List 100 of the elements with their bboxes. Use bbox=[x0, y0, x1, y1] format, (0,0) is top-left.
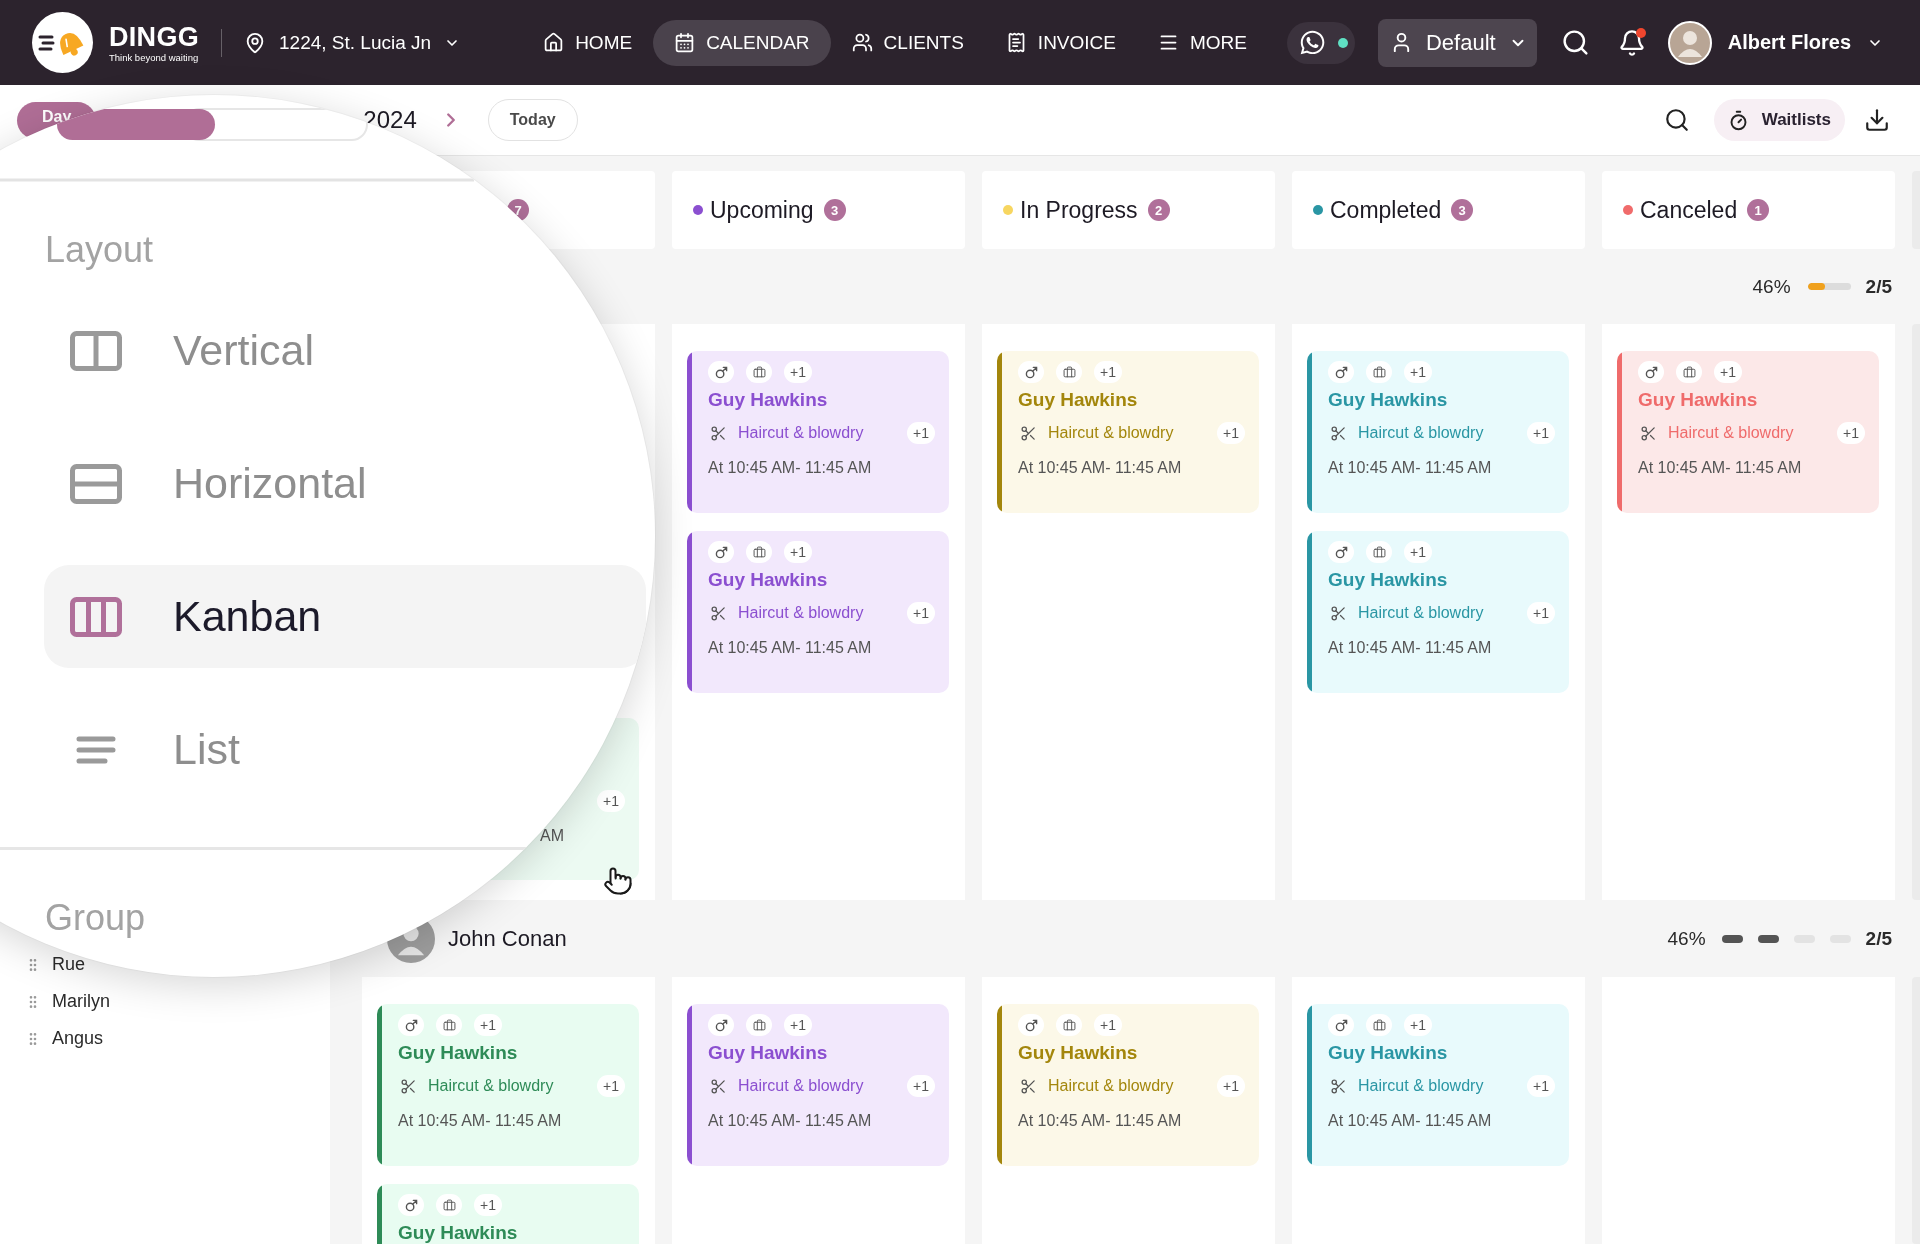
client-name: Guy Hawkins bbox=[398, 1042, 518, 1064]
scissors-icon bbox=[710, 1077, 727, 1095]
extra-count: +1 bbox=[784, 1014, 812, 1036]
service-name: Haircut & blowdry bbox=[1668, 424, 1794, 442]
appointment-card[interactable]: +1 Guy Hawkins Haircut & blowdry +1 At 10:45 AM- 11:45 AM bbox=[1307, 1004, 1569, 1166]
column-title: Upcoming bbox=[710, 196, 814, 224]
male-icon bbox=[1018, 1014, 1044, 1036]
profile-dropdown[interactable]: Default bbox=[1378, 18, 1537, 67]
count-badge: 3 bbox=[1451, 199, 1474, 221]
hand-cursor-icon bbox=[603, 866, 633, 896]
whatsapp-button[interactable] bbox=[1287, 21, 1355, 64]
scissors-icon bbox=[1330, 604, 1347, 622]
scissors-icon bbox=[710, 424, 727, 442]
client-name: Guy Hawkins bbox=[1328, 569, 1448, 591]
column-title: In Progress bbox=[1020, 196, 1138, 224]
nav-tab[interactable]: CALENDAR bbox=[653, 19, 831, 66]
logo-icon bbox=[32, 12, 93, 73]
appointment-card[interactable]: +1 Guy Hawkins bbox=[377, 1184, 639, 1244]
extra-count: +1 bbox=[597, 1075, 625, 1097]
briefcase-icon bbox=[1056, 1014, 1082, 1036]
extra-count: +1 bbox=[1094, 361, 1122, 383]
brand-name: DINGG bbox=[109, 21, 199, 52]
appointment-card[interactable]: +1 Guy Hawkins Haircut & blowdry +1 At 10:45 AM- 11:45 AM bbox=[687, 531, 949, 693]
extra-count: +1 bbox=[907, 602, 935, 624]
service-name: Haircut & blowdry bbox=[428, 1077, 554, 1095]
briefcase-icon bbox=[436, 1014, 462, 1036]
briefcase-icon bbox=[1366, 541, 1392, 563]
appointment-card[interactable]: +1 Guy Hawkins Haircut & blowdry +1 At 10:45 AM- 11:45 AM bbox=[1307, 531, 1569, 693]
nav-tab[interactable]: MORE bbox=[1137, 19, 1268, 66]
male-icon bbox=[398, 1194, 424, 1216]
location-dropdown[interactable]: 1224, St. Lucia Jn bbox=[244, 31, 461, 54]
client-name: Guy Hawkins bbox=[1018, 389, 1138, 411]
avatar-icon bbox=[1667, 20, 1712, 65]
appointment-card[interactable]: +1 Guy Hawkins Haircut & blowdry +1 At 10:45 AM- 11:45 AM bbox=[377, 1004, 639, 1166]
appointment-time: At 10:45 AM- 11:45 AM bbox=[398, 1111, 562, 1131]
appointment-card[interactable]: +1 Guy Hawkins Haircut & blowdry +1 At 10:45 AM- 11:45 AM bbox=[997, 1004, 1259, 1166]
appointment-card[interactable]: +1 Guy Hawkins Haircut & blowdry +1 At 10:45 AM- 11:45 AM bbox=[1307, 351, 1569, 513]
download-icon[interactable] bbox=[1864, 107, 1890, 133]
bell-icon[interactable] bbox=[1617, 28, 1646, 57]
section-title: Layout bbox=[45, 228, 154, 272]
columns-icon bbox=[70, 330, 122, 371]
extra-count: +1 bbox=[1714, 361, 1742, 383]
scissors-icon bbox=[1330, 1077, 1347, 1095]
appointment-time: At 10:45 AM- 11:45 AM bbox=[1018, 1111, 1182, 1131]
nav-tab[interactable]: INVOICE bbox=[984, 19, 1137, 66]
male-icon bbox=[708, 361, 734, 383]
briefcase-icon bbox=[746, 1014, 772, 1036]
male-icon bbox=[1328, 361, 1354, 383]
column-title: Completed bbox=[1330, 196, 1442, 224]
group-item[interactable]: Angus bbox=[0, 1020, 104, 1057]
count-badge: 1 bbox=[1747, 199, 1770, 221]
service-name: Haircut & blowdry bbox=[738, 424, 864, 442]
briefcase-icon bbox=[746, 361, 772, 383]
search-icon[interactable] bbox=[1560, 28, 1590, 57]
layout-option[interactable]: Kanban bbox=[44, 565, 646, 668]
scissors-icon bbox=[400, 1077, 417, 1095]
male-icon bbox=[1018, 361, 1044, 383]
scissors-icon bbox=[1020, 1077, 1037, 1095]
male-icon bbox=[1328, 1014, 1354, 1036]
extra-count: +1 bbox=[784, 541, 812, 563]
users-icon bbox=[851, 32, 873, 53]
appointment-time: At 10:45 AM- 11:45 AM bbox=[1018, 458, 1182, 478]
appointment-card[interactable]: +1 Guy Hawkins Haircut & blowdry +1 At 10:45 AM- 11:45 AM bbox=[1617, 351, 1879, 513]
appointment-time: At 10:45 AM- 11:45 AM bbox=[708, 1111, 872, 1131]
today-button[interactable]: Today bbox=[487, 99, 578, 141]
progress-percent: 46% bbox=[1667, 927, 1706, 950]
waitlists-button[interactable]: Waitlists bbox=[1713, 99, 1845, 141]
extra-count: +1 bbox=[907, 1075, 935, 1097]
briefcase-icon bbox=[1366, 1014, 1392, 1036]
group-item[interactable]: Rue bbox=[0, 946, 86, 983]
service-name: Haircut & blowdry bbox=[1358, 1077, 1484, 1095]
appointment-card[interactable]: +1 Guy Hawkins Haircut & blowdry +1 At 10:45 AM- 11:45 AM bbox=[997, 351, 1259, 513]
group-item[interactable]: Marilyn bbox=[0, 983, 110, 1020]
progress-count: 2/5 bbox=[1865, 275, 1892, 298]
appointment-time: At 10:45 AM- 11:45 AM bbox=[1638, 458, 1802, 478]
search-icon[interactable] bbox=[1663, 107, 1690, 133]
male-icon bbox=[1638, 361, 1664, 383]
nav-tab[interactable]: CLIENTS bbox=[830, 19, 985, 66]
user-menu[interactable]: Albert Flores bbox=[1667, 20, 1884, 65]
appointment-time: AM bbox=[540, 826, 564, 846]
briefcase-icon bbox=[436, 1194, 462, 1216]
extra-count: +1 bbox=[1217, 422, 1245, 444]
client-name: Guy Hawkins bbox=[1638, 389, 1758, 411]
extra-count: +1 bbox=[597, 790, 625, 812]
extra-count: +1 bbox=[474, 1014, 502, 1036]
appointment-card[interactable]: +1 Guy Hawkins Haircut & blowdry +1 At 10:45 AM- 11:45 AM bbox=[687, 351, 949, 513]
service-name: Haircut & blowdry bbox=[1048, 424, 1174, 442]
briefcase-icon bbox=[1366, 361, 1392, 383]
pin-icon bbox=[244, 31, 266, 54]
appointment-time: At 10:45 AM- 11:45 AM bbox=[708, 638, 872, 658]
client-name: Guy Hawkins bbox=[1328, 389, 1448, 411]
service-name: Haircut & blowdry bbox=[738, 604, 864, 622]
appointment-card[interactable]: +1 Guy Hawkins Haircut & blowdry +1 At 10:45 AM- 11:45 AM bbox=[687, 1004, 949, 1166]
extra-count: +1 bbox=[1404, 1014, 1432, 1036]
nav-tab[interactable]: HOME bbox=[522, 19, 654, 66]
scissors-icon bbox=[1640, 424, 1657, 442]
extra-count: +1 bbox=[1217, 1075, 1245, 1097]
extra-count: +1 bbox=[1404, 361, 1432, 383]
male-icon bbox=[708, 541, 734, 563]
staff-name: John Conan bbox=[448, 925, 567, 952]
